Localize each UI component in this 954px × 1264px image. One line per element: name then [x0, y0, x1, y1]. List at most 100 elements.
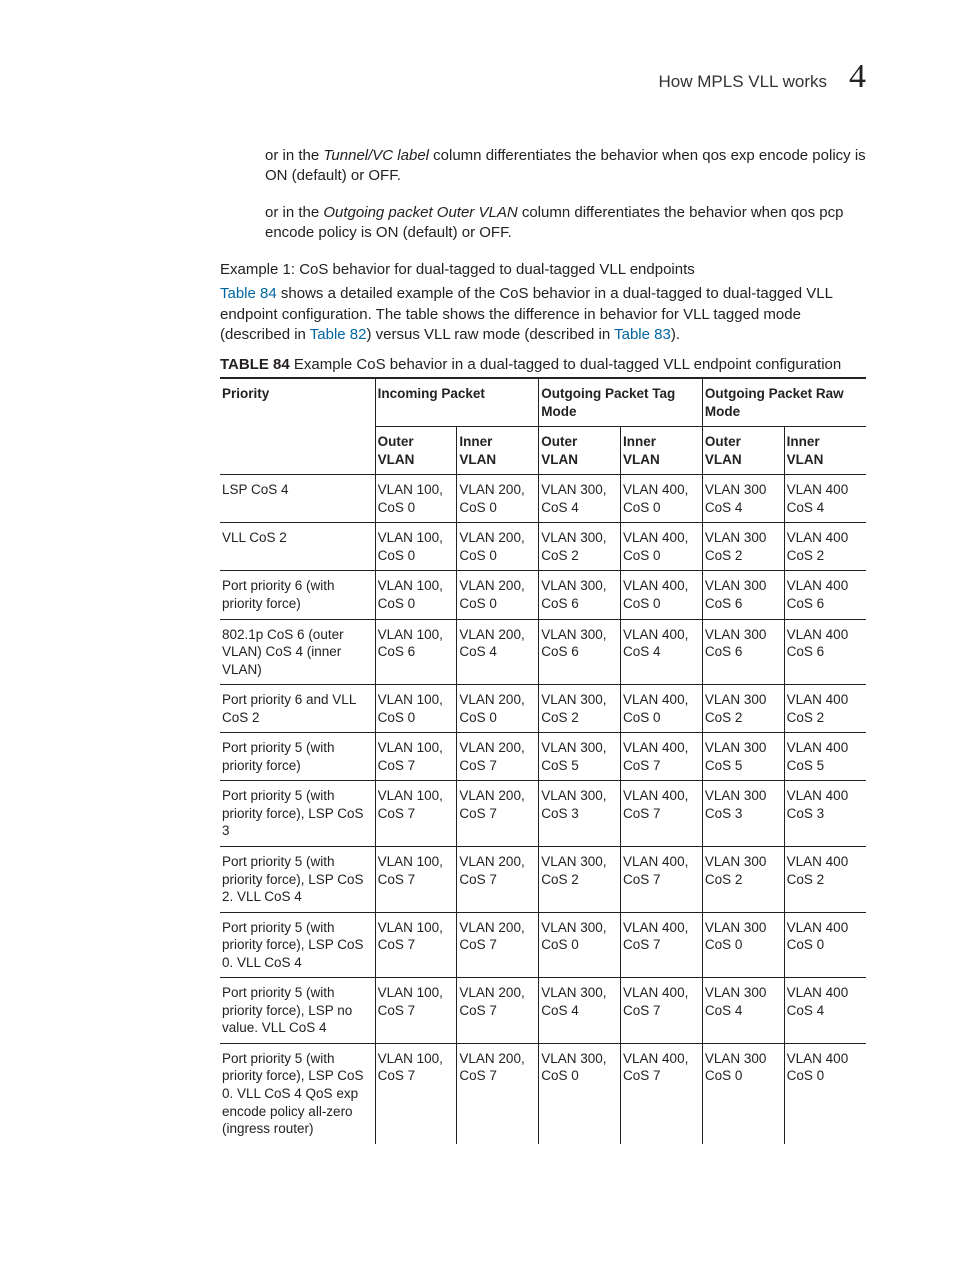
cell-value: VLAN 400 CoS 3 — [784, 781, 866, 847]
cell-value: VLAN 100, CoS 0 — [375, 685, 457, 733]
th-outgoing-tag: Outgoing Packet Tag Mode — [539, 378, 703, 427]
table-caption-text: Example CoS behavior in a dual-tagged to… — [290, 356, 842, 373]
cell-value: VLAN 400 CoS 2 — [784, 847, 866, 913]
cell-value: VLAN 400 CoS 2 — [784, 685, 866, 733]
cell-value: VLAN 400, CoS 0 — [621, 571, 703, 619]
section-title: Example 1: CoS behavior for dual-tagged … — [220, 261, 866, 278]
cell-value: VLAN 300 CoS 2 — [702, 847, 784, 913]
cell-value: VLAN 100, CoS 7 — [375, 978, 457, 1044]
cell-value: VLAN 300 CoS 0 — [702, 1043, 784, 1143]
table-row: VLL CoS 2VLAN 100, CoS 0VLAN 200, CoS 0V… — [220, 523, 866, 571]
table-row: Port priority 6 (with priority force) VLA… — [220, 571, 866, 619]
th-outer-vlan: Outer VLAN — [702, 427, 784, 475]
cell-value: VLAN 300 CoS 4 — [702, 978, 784, 1044]
cell-value: VLAN 400 CoS 4 — [784, 978, 866, 1044]
cell-value: VLAN 300, CoS 4 — [539, 475, 621, 523]
text-run: ). — [671, 326, 680, 343]
cell-value: VLAN 400, CoS 7 — [621, 1043, 703, 1143]
cell-value: VLAN 400, CoS 7 — [621, 781, 703, 847]
cell-priority: 802.1p CoS 6 (outer VLAN) CoS 4 (inner V… — [220, 619, 375, 685]
cell-value: VLAN 400, CoS 0 — [621, 523, 703, 571]
text-run: ) versus VLL raw mode (described in — [367, 326, 615, 343]
italic-term: Outgoing packet Outer VLAN — [323, 204, 517, 221]
italic-term: Tunnel/VC label — [323, 147, 429, 164]
cell-value: VLAN 300 CoS 0 — [702, 912, 784, 978]
cell-value: VLAN 400, CoS 7 — [621, 978, 703, 1044]
cell-priority: LSP CoS 4 — [220, 475, 375, 523]
cell-value: VLAN 400, CoS 7 — [621, 912, 703, 978]
cell-value: VLAN 300 CoS 3 — [702, 781, 784, 847]
cell-priority: Port priority 5 (with priority force), L… — [220, 847, 375, 913]
th-outer-vlan: Outer VLAN — [539, 427, 621, 475]
table-row: Port priority 5 (with priority force), L… — [220, 1043, 866, 1143]
cell-value: VLAN 200, CoS 7 — [457, 1043, 539, 1143]
chapter-number: 4 — [849, 58, 866, 96]
cell-value: VLAN 100, CoS 0 — [375, 523, 457, 571]
cell-value: VLAN 300 CoS 2 — [702, 685, 784, 733]
th-inner-vlan: Inner VLAN — [457, 427, 539, 475]
cell-value: VLAN 300, CoS 2 — [539, 523, 621, 571]
cell-priority: Port priority 5 (with priority force) — [220, 733, 375, 781]
th-inner-vlan: Inner VLAN — [621, 427, 703, 475]
cell-value: VLAN 200, CoS 0 — [457, 571, 539, 619]
cell-value: VLAN 200, CoS 7 — [457, 978, 539, 1044]
cell-value: VLAN 300, CoS 6 — [539, 619, 621, 685]
th-incoming: Incoming Packet — [375, 378, 539, 427]
cell-value: VLAN 400, CoS 0 — [621, 685, 703, 733]
cell-value: VLAN 200, CoS 7 — [457, 733, 539, 781]
cell-priority: Port priority 5 (with priority force), L… — [220, 978, 375, 1044]
cell-priority: Port priority 5 (with priority force), L… — [220, 912, 375, 978]
cell-value: VLAN 300 CoS 5 — [702, 733, 784, 781]
cell-value: VLAN 400, CoS 0 — [621, 475, 703, 523]
cell-priority: Port priority 5 (with priority force), L… — [220, 1043, 375, 1143]
cell-value: VLAN 300, CoS 0 — [539, 912, 621, 978]
cell-value: VLAN 100, CoS 7 — [375, 912, 457, 978]
table-row: LSP CoS 4VLAN 100, CoS 0VLAN 200, CoS 0V… — [220, 475, 866, 523]
cross-ref-link[interactable]: Table 82 — [310, 326, 367, 343]
cell-value: VLAN 300 CoS 6 — [702, 571, 784, 619]
table-row: 802.1p CoS 6 (outer VLAN) CoS 4 (inner V… — [220, 619, 866, 685]
cell-priority: Port priority 5 (with priority force), L… — [220, 781, 375, 847]
cell-value: VLAN 100, CoS 7 — [375, 847, 457, 913]
cell-value: VLAN 400 CoS 4 — [784, 475, 866, 523]
cell-value: VLAN 200, CoS 4 — [457, 619, 539, 685]
cell-value: VLAN 400 CoS 0 — [784, 1043, 866, 1143]
cross-ref-link[interactable]: Table 83 — [614, 326, 671, 343]
cell-value: VLAN 300, CoS 5 — [539, 733, 621, 781]
cell-value: VLAN 300, CoS 4 — [539, 978, 621, 1044]
body-paragraph: or in the Tunnel/VC label column differe… — [220, 146, 866, 187]
cell-value: VLAN 300, CoS 2 — [539, 847, 621, 913]
text-run: or in the — [265, 147, 323, 164]
cell-value: VLAN 300, CoS 2 — [539, 685, 621, 733]
text-run: or in the — [265, 204, 323, 221]
cell-priority: Port priority 6 and VLL CoS 2 — [220, 685, 375, 733]
table-row: Port priority 6 and VLL CoS 2VLAN 100, C… — [220, 685, 866, 733]
th-inner-vlan: Inner VLAN — [784, 427, 866, 475]
th-outer-vlan: Outer VLAN — [375, 427, 457, 475]
cell-value: VLAN 200, CoS 7 — [457, 912, 539, 978]
cell-value: VLAN 100, CoS 7 — [375, 733, 457, 781]
table-row: Port priority 5 (with priority force), L… — [220, 978, 866, 1044]
table-row: Port priority 5 (with priority force), L… — [220, 781, 866, 847]
cell-value: VLAN 400 CoS 6 — [784, 571, 866, 619]
page-header: How MPLS VLL works 4 — [220, 58, 866, 96]
cell-value: VLAN 100, CoS 0 — [375, 475, 457, 523]
table-header-row-1: Priority Incoming Packet Outgoing Packet… — [220, 378, 866, 427]
cell-priority: Port priority 6 (with priority force) — [220, 571, 375, 619]
cell-value: VLAN 400, CoS 7 — [621, 733, 703, 781]
th-priority: Priority — [220, 378, 375, 475]
cell-value: VLAN 400 CoS 5 — [784, 733, 866, 781]
cross-ref-link[interactable]: Table 84 — [220, 285, 277, 302]
cell-value: VLAN 300, CoS 3 — [539, 781, 621, 847]
cell-value: VLAN 200, CoS 7 — [457, 781, 539, 847]
cell-value: VLAN 100, CoS 7 — [375, 1043, 457, 1143]
cell-value: VLAN 300, CoS 6 — [539, 571, 621, 619]
cell-value: VLAN 300 CoS 2 — [702, 523, 784, 571]
table-row: Port priority 5 (with priority force), L… — [220, 847, 866, 913]
table-body: LSP CoS 4VLAN 100, CoS 0VLAN 200, CoS 0V… — [220, 475, 866, 1144]
cell-value: VLAN 200, CoS 0 — [457, 685, 539, 733]
table-row: Port priority 5 (with priority force), L… — [220, 912, 866, 978]
cell-value: VLAN 100, CoS 6 — [375, 619, 457, 685]
cell-value: VLAN 100, CoS 7 — [375, 781, 457, 847]
cell-value: VLAN 400 CoS 6 — [784, 619, 866, 685]
